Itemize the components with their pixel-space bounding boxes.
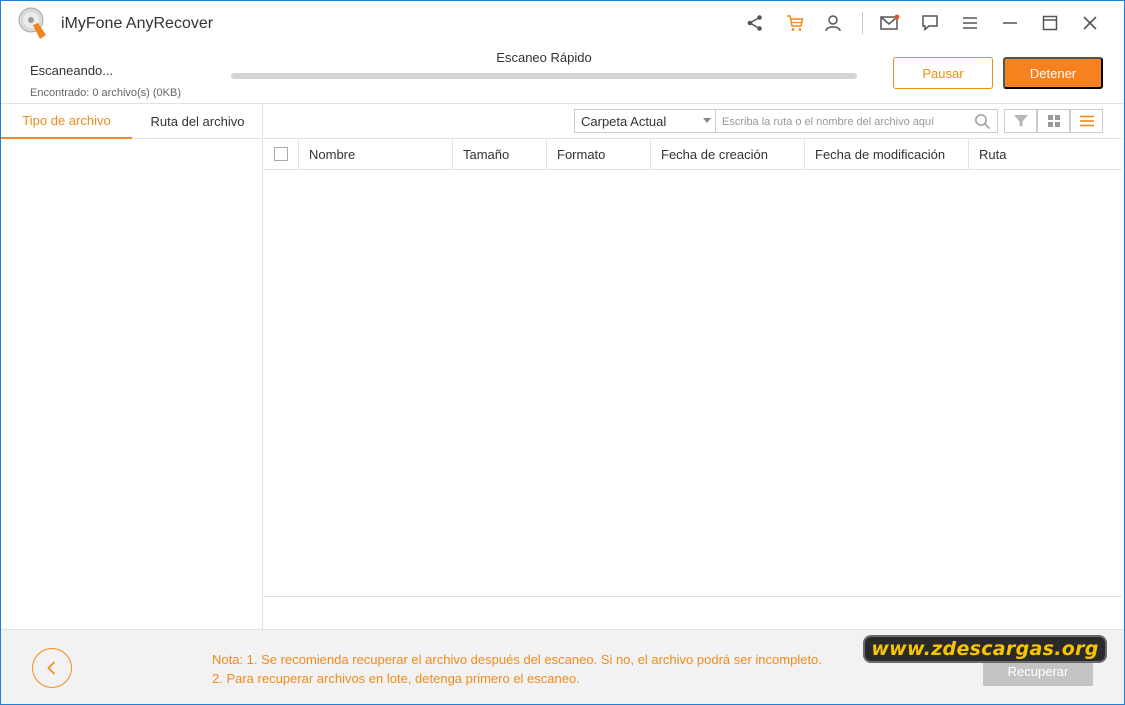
cart-icon[interactable] bbox=[784, 12, 806, 34]
scan-progress-bar bbox=[231, 73, 857, 79]
mail-icon[interactable] bbox=[879, 12, 901, 34]
column-header-modified[interactable]: Fecha de modificación bbox=[805, 139, 969, 169]
column-header-created[interactable]: Fecha de creación bbox=[651, 139, 805, 169]
list-view-button[interactable] bbox=[1070, 109, 1103, 133]
column-header-path[interactable]: Ruta bbox=[969, 139, 1122, 169]
column-header-name[interactable]: Nombre bbox=[299, 139, 453, 169]
close-icon[interactable] bbox=[1079, 12, 1101, 34]
watermark-text: www.zdescargas.org bbox=[871, 638, 1099, 660]
minimize-icon[interactable] bbox=[999, 12, 1021, 34]
select-all-checkbox[interactable] bbox=[274, 147, 288, 161]
footer-bar: Nota: 1. Se recomienda recuperar el arch… bbox=[1, 629, 1124, 704]
footer-note-line1: Nota: 1. Se recomienda recuperar el arch… bbox=[212, 652, 822, 667]
list-view-icon bbox=[1079, 115, 1094, 127]
title-bar: iMyFone AnyRecover bbox=[1, 1, 1124, 47]
chat-icon[interactable] bbox=[919, 12, 941, 34]
left-panel: Tipo de archivo Ruta del archivo bbox=[1, 104, 263, 629]
grid-view-button[interactable] bbox=[1037, 109, 1070, 133]
column-header-format[interactable]: Formato bbox=[547, 139, 651, 169]
maximize-icon[interactable] bbox=[1039, 12, 1061, 34]
file-table-header: Nombre Tamaño Formato Fecha de creación … bbox=[264, 138, 1122, 170]
watermark-logo: www.zdescargas.org bbox=[863, 635, 1107, 663]
search-icon[interactable] bbox=[974, 113, 991, 130]
folder-select[interactable]: Carpeta Actual bbox=[574, 109, 716, 133]
column-header-size[interactable]: Tamaño bbox=[453, 139, 547, 169]
app-title: iMyFone AnyRecover bbox=[61, 15, 214, 32]
scan-found-count: Encontrado: 0 archivo(s) (0KB) bbox=[30, 87, 182, 99]
footer-note-line2: 2. Para recuperar archivos en lote, dete… bbox=[212, 671, 580, 686]
back-button[interactable] bbox=[32, 648, 72, 688]
select-all-cell bbox=[264, 139, 299, 169]
panel-tabs: Tipo de archivo Ruta del archivo bbox=[1, 104, 263, 139]
search-box bbox=[716, 109, 998, 133]
tab-file-type[interactable]: Tipo de archivo bbox=[1, 104, 132, 139]
search-input[interactable] bbox=[722, 112, 962, 131]
table-bottom-divider bbox=[264, 596, 1122, 597]
scan-mode-label: Escaneo Rápido bbox=[496, 50, 592, 65]
file-table-body bbox=[264, 170, 1122, 596]
app-window: iMyFone AnyRecover Escaneando... Encontr… bbox=[0, 0, 1125, 705]
share-icon[interactable] bbox=[744, 12, 766, 34]
app-logo-icon bbox=[18, 7, 46, 39]
scan-status: Escaneando... bbox=[30, 63, 114, 78]
filter-icon bbox=[1013, 115, 1028, 127]
chevron-down-icon bbox=[703, 118, 711, 123]
pause-button[interactable]: Pausar bbox=[893, 57, 993, 89]
folder-select-value: Carpeta Actual bbox=[581, 113, 667, 129]
grid-view-icon bbox=[1047, 115, 1060, 127]
user-icon[interactable] bbox=[822, 12, 844, 34]
filter-button[interactable] bbox=[1004, 109, 1037, 133]
stop-button[interactable]: Detener bbox=[1003, 57, 1103, 89]
tab-file-path[interactable]: Ruta del archivo bbox=[132, 104, 263, 139]
titlebar-divider bbox=[862, 12, 863, 34]
menu-icon[interactable] bbox=[959, 12, 981, 34]
chevron-left-icon bbox=[47, 661, 56, 675]
